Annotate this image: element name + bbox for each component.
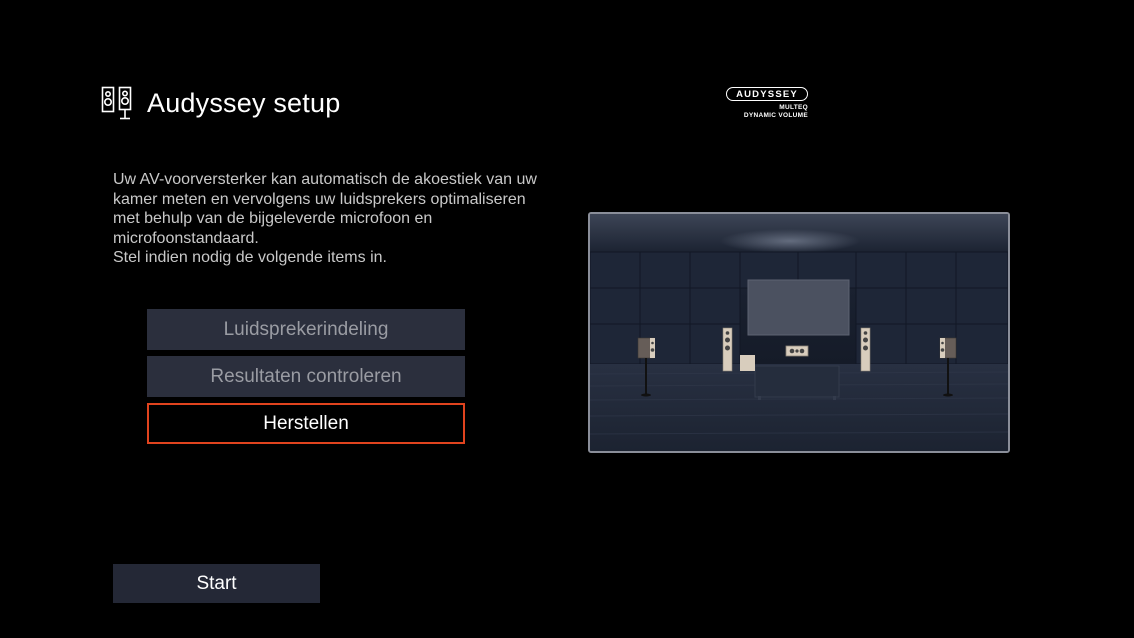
header: Audyssey setup: [101, 86, 340, 120]
logo-multeq: MULTEQ: [779, 104, 808, 111]
menu-item-restore[interactable]: Herstellen: [147, 403, 465, 444]
description-paragraph: Uw AV-voorversterker kan automatisch de …: [113, 171, 537, 247]
logo-dynamic-volume: DYNAMIC VOLUME: [743, 112, 808, 119]
home-theater-room-image: [590, 214, 1008, 451]
room-illustration: [588, 212, 1010, 453]
setup-description: Uw AV-voorversterker kan automatisch de …: [113, 170, 553, 268]
page-title: Audyssey setup: [147, 88, 341, 118]
setup-menu: Luidsprekerindeling Resultaten controler…: [147, 309, 465, 450]
description-instruction: Stel indien nodig de volgende items in.: [113, 249, 387, 266]
menu-item-speaker-layout[interactable]: Luidsprekerindeling: [147, 309, 465, 350]
start-button[interactable]: Start: [113, 564, 320, 603]
logo-brand: AUDYSSEY: [726, 87, 808, 101]
audyssey-logo: AUDYSSEY MULTEQ DYNAMIC VOLUME: [726, 87, 810, 119]
speaker-pair-icon: [101, 86, 132, 120]
menu-item-check-results[interactable]: Resultaten controleren: [147, 356, 465, 397]
audyssey-setup-screen: Audyssey setup AUDYSSEY MULTEQ DYNAMIC V…: [0, 0, 1134, 638]
